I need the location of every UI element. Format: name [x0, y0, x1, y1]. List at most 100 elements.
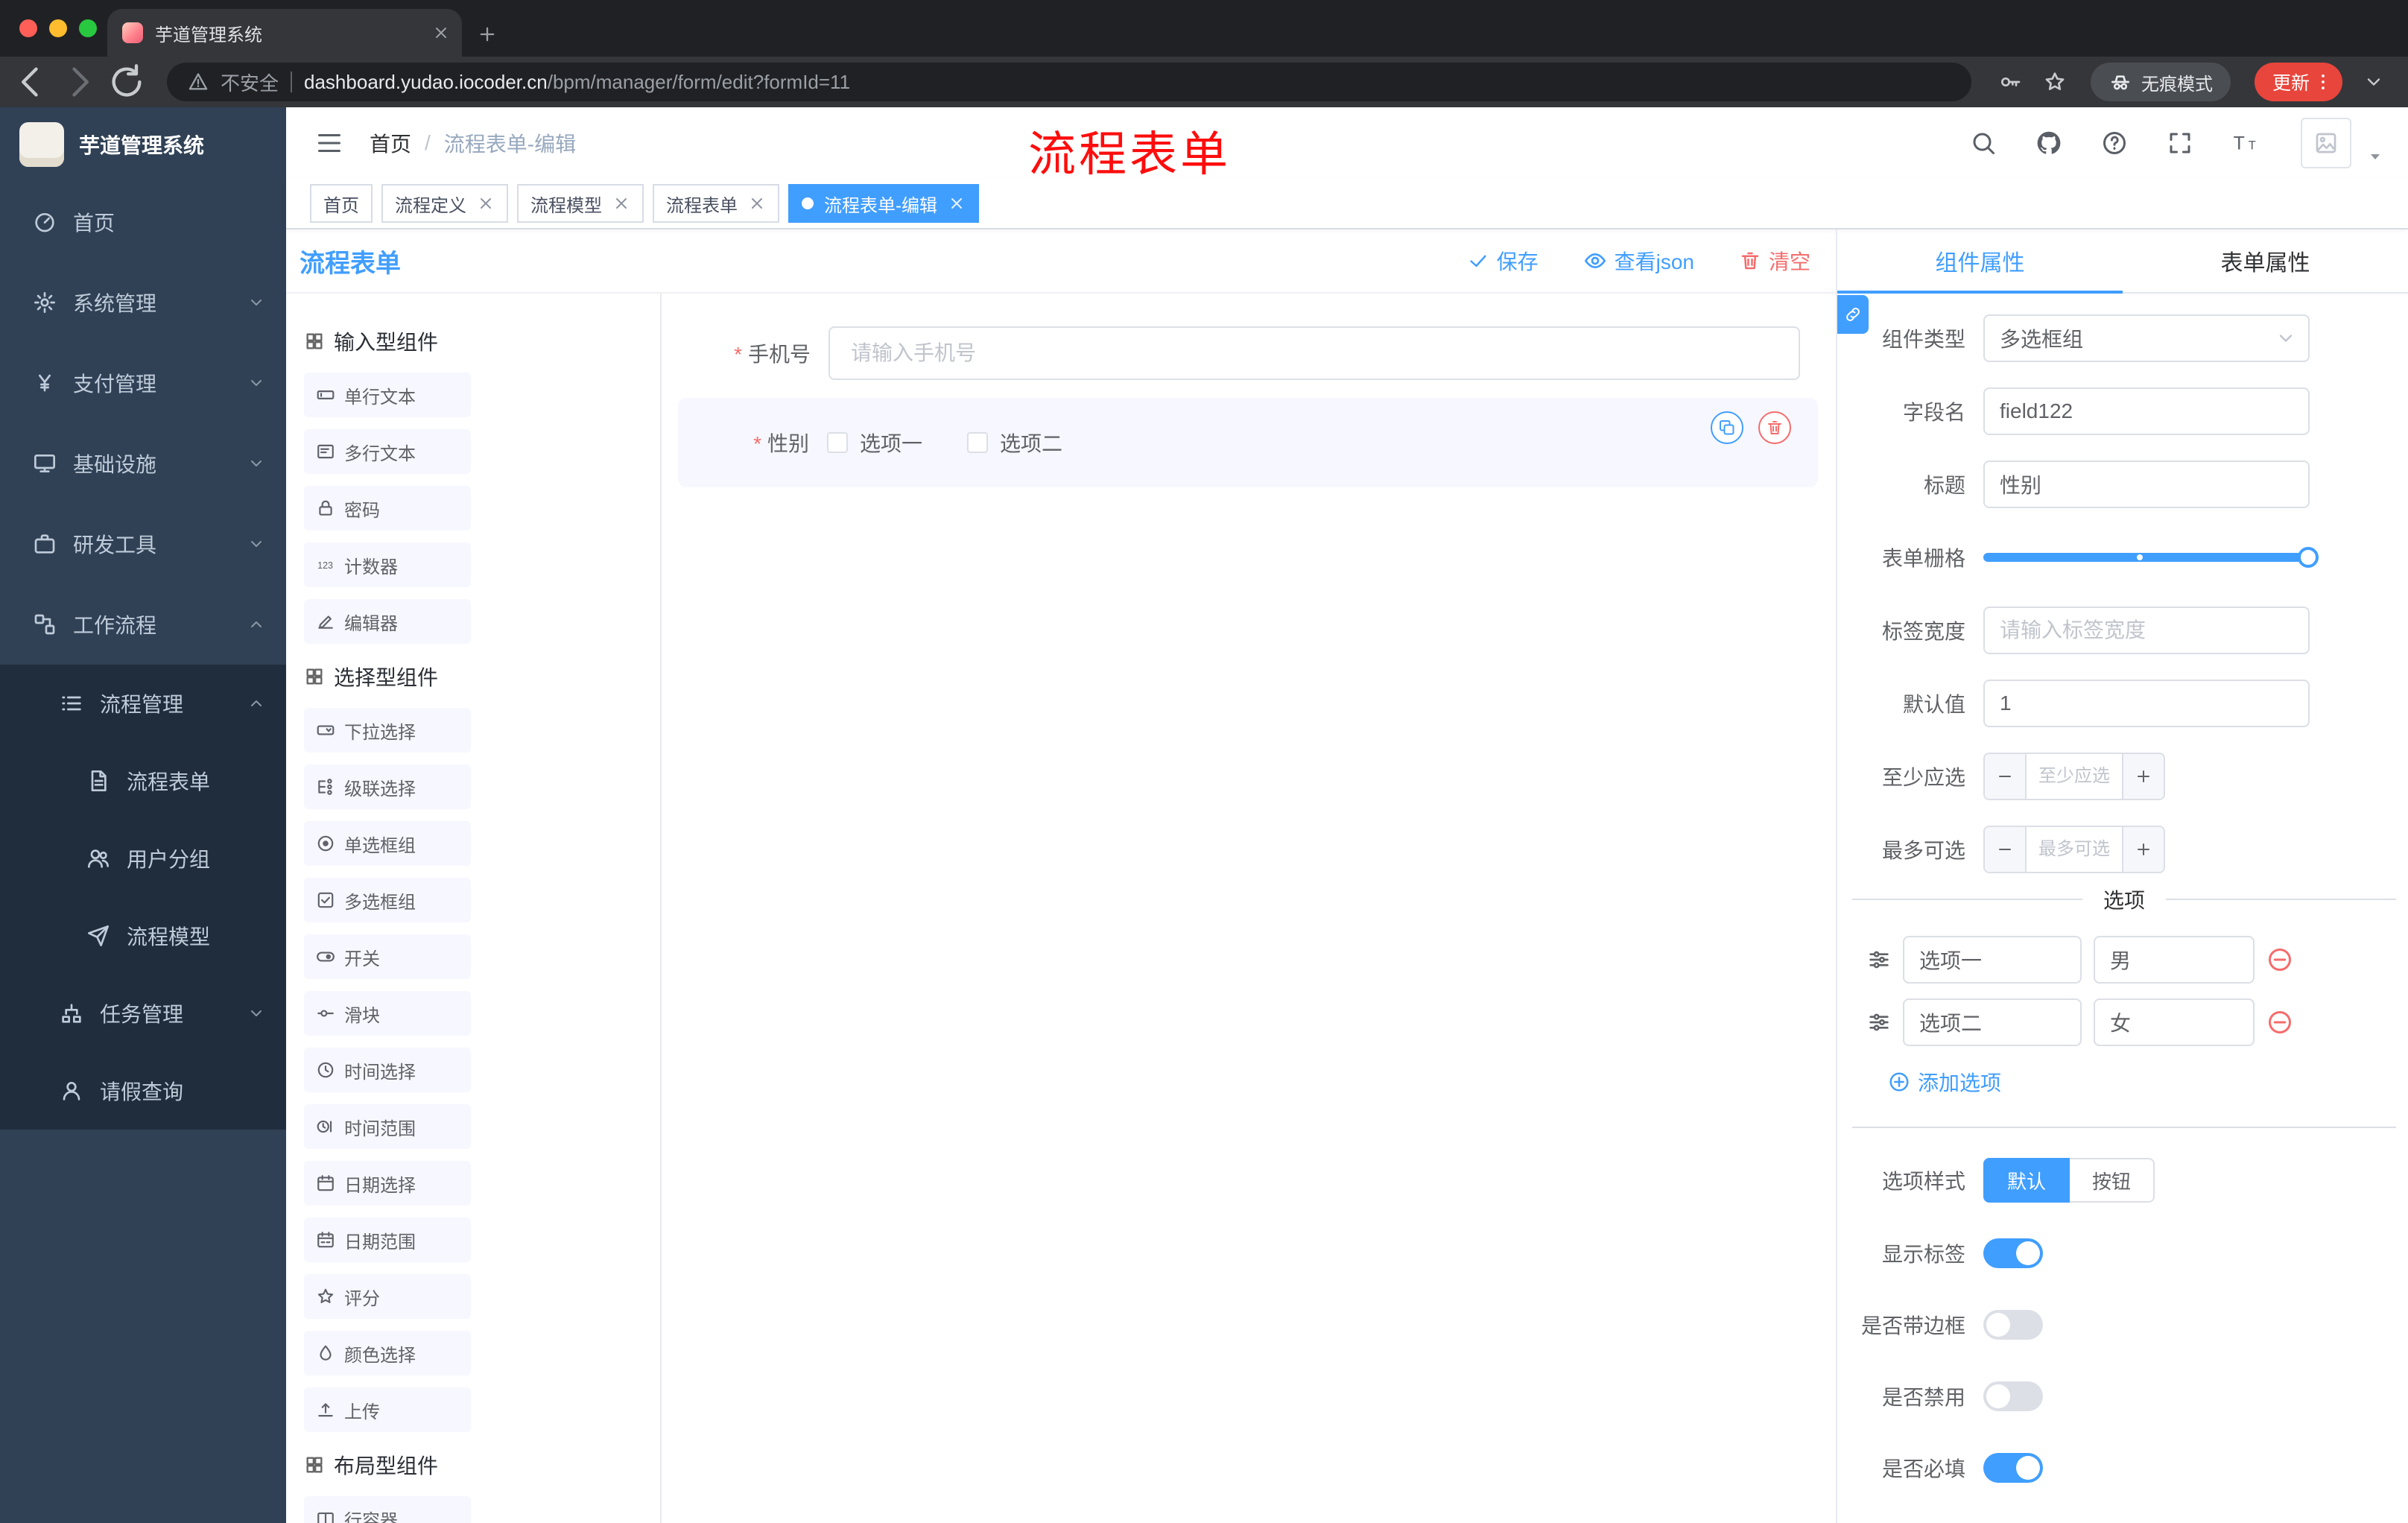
canvas-field-gender-selected[interactable]: 性别 选项一 选项二 — [678, 398, 1818, 487]
tag-close-icon[interactable] — [948, 194, 966, 212]
sidebar-item-user-group[interactable]: 用户分组 — [0, 820, 286, 897]
font-size-icon[interactable]: TT — [2232, 128, 2262, 158]
window-minimize-button[interactable] — [49, 19, 67, 37]
avatar[interactable] — [2301, 118, 2351, 168]
help-icon[interactable] — [2101, 130, 2128, 156]
sidebar-item-process-management[interactable]: 流程管理 — [0, 665, 286, 742]
tag-home[interactable]: 首页 — [310, 184, 373, 223]
save-button[interactable]: 保存 — [1467, 246, 1539, 276]
sidebar-item-leave-query[interactable]: 请假查询 — [0, 1052, 286, 1130]
tag-close-icon[interactable] — [612, 194, 630, 212]
fullscreen-icon[interactable] — [2167, 130, 2193, 156]
security-warning-icon[interactable] — [188, 72, 209, 92]
tag-process-model[interactable]: 流程模型 — [517, 184, 644, 223]
new-tab-button[interactable] — [477, 24, 498, 45]
form-canvas[interactable]: 手机号 性别 — [662, 294, 1836, 1523]
palette-item-counter[interactable]: 123 计数器 — [304, 542, 471, 587]
palette-item-select[interactable]: 下拉选择 — [304, 708, 471, 753]
checkbox-box[interactable] — [967, 432, 989, 453]
palette-item-date-range[interactable]: 日期范围 — [304, 1218, 471, 1262]
style-button-button[interactable]: 按钮 — [2070, 1158, 2155, 1203]
gender-option-2[interactable]: 选项二 — [967, 428, 1062, 457]
palette-item-password[interactable]: 密码 — [304, 486, 471, 531]
sidebar-toggle-icon[interactable] — [316, 130, 343, 156]
max-select-input[interactable] — [2027, 827, 2122, 872]
default-value-input[interactable] — [1983, 680, 2310, 727]
sidebar-item-dev-tools[interactable]: 研发工具 — [0, 504, 286, 584]
sidebar-item-process-model[interactable]: 流程模型 — [0, 897, 286, 975]
palette-item-time-range[interactable]: 时间范围 — [304, 1104, 471, 1149]
required-switch[interactable] — [1983, 1453, 2043, 1483]
sidebar-item-workflow[interactable]: 工作流程 — [0, 584, 286, 665]
window-maximize-button[interactable] — [79, 19, 97, 37]
field-name-input[interactable] — [1983, 387, 2310, 435]
palette-item-slider[interactable]: 滑块 — [304, 991, 471, 1036]
tab-close-icon[interactable] — [432, 24, 450, 42]
component-type-select[interactable]: 多选框组 — [1983, 314, 2310, 362]
canvas-field-phone[interactable]: 手机号 — [679, 326, 1800, 380]
sidebar-item-payment-management[interactable]: 支付管理 — [0, 343, 286, 423]
palette-item-time-picker[interactable]: 时间选择 — [304, 1048, 471, 1092]
palette-item-multi-line-text[interactable]: 多行文本 — [304, 429, 471, 474]
checkbox-box[interactable] — [827, 432, 848, 453]
gender-option-1[interactable]: 选项一 — [827, 428, 922, 457]
forward-icon[interactable] — [60, 63, 98, 101]
show-label-switch[interactable] — [1983, 1238, 2043, 1268]
link-tag[interactable] — [1837, 295, 1869, 334]
tag-process-form[interactable]: 流程表单 — [653, 184, 779, 223]
drag-handle-icon[interactable] — [1867, 1010, 1891, 1034]
view-json-button[interactable]: 查看json — [1583, 246, 1694, 276]
increase-button[interactable] — [2122, 754, 2164, 799]
clear-button[interactable]: 清空 — [1739, 246, 1810, 276]
sidebar-item-home[interactable]: 首页 — [0, 182, 286, 262]
palette-item-rate[interactable]: 评分 — [304, 1274, 471, 1319]
search-icon[interactable] — [1970, 130, 1997, 156]
tag-close-icon[interactable] — [748, 194, 766, 212]
style-default-button[interactable]: 默认 — [1983, 1158, 2070, 1203]
reload-icon[interactable] — [107, 63, 146, 101]
remove-option-icon[interactable] — [2266, 1009, 2293, 1036]
palette-item-single-line-text[interactable]: 单行文本 — [304, 373, 471, 417]
browser-tab[interactable]: 芋道管理系统 — [107, 9, 462, 57]
decrease-button[interactable] — [1985, 754, 2027, 799]
palette-item-editor[interactable]: 编辑器 — [304, 599, 471, 644]
title-input[interactable] — [1983, 460, 2310, 508]
palette-item-switch[interactable]: 开关 — [304, 934, 471, 979]
phone-input[interactable] — [828, 326, 1800, 380]
slider-knob[interactable] — [2298, 547, 2319, 568]
palette-item-date-picker[interactable]: 日期选择 — [304, 1161, 471, 1206]
min-select-input[interactable] — [2027, 754, 2122, 799]
delete-widget-button[interactable] — [1758, 411, 1791, 444]
toolbar-chevron-icon[interactable] — [2363, 72, 2384, 92]
with-border-switch[interactable] — [1983, 1310, 2043, 1340]
bookmark-icon[interactable] — [2043, 70, 2067, 94]
palette-item-radio-group[interactable]: 单选框组 — [304, 821, 471, 866]
window-close-button[interactable] — [19, 19, 37, 37]
tag-close-icon[interactable] — [477, 194, 495, 212]
app-logo[interactable]: 芋道管理系统 — [0, 107, 286, 182]
option-value-input[interactable] — [2094, 936, 2255, 984]
tag-process-form-edit[interactable]: 流程表单-编辑 — [788, 184, 979, 223]
tab-form-props[interactable]: 表单属性 — [2123, 229, 2408, 292]
sidebar-item-system-management[interactable]: 系统管理 — [0, 262, 286, 343]
github-icon[interactable] — [2035, 130, 2062, 156]
palette-item-row-container[interactable]: 行容器 — [304, 1496, 471, 1523]
option-label-input[interactable] — [1903, 936, 2082, 984]
sidebar-item-infrastructure[interactable]: 基础设施 — [0, 423, 286, 504]
sidebar-item-task-management[interactable]: 任务管理 — [0, 975, 286, 1052]
palette-item-upload[interactable]: 上传 — [304, 1387, 471, 1432]
palette-item-cascader[interactable]: 级联选择 — [304, 764, 471, 809]
grid-slider[interactable] — [1983, 533, 2319, 581]
drag-handle-icon[interactable] — [1867, 948, 1891, 972]
decrease-button[interactable] — [1985, 827, 2027, 872]
palette-item-checkbox-group[interactable]: 多选框组 — [304, 878, 471, 922]
palette-item-color-picker[interactable]: 颜色选择 — [304, 1331, 471, 1375]
tag-process-definition[interactable]: 流程定义 — [381, 184, 508, 223]
label-width-input[interactable] — [1983, 607, 2310, 654]
sidebar-item-process-form[interactable]: 流程表单 — [0, 742, 286, 820]
back-icon[interactable] — [12, 63, 51, 101]
add-option-button[interactable]: 添加选项 — [1888, 1067, 2408, 1097]
slider-track[interactable] — [1983, 553, 2310, 562]
increase-button[interactable] — [2122, 827, 2164, 872]
tab-component-props[interactable]: 组件属性 — [1837, 229, 2123, 294]
